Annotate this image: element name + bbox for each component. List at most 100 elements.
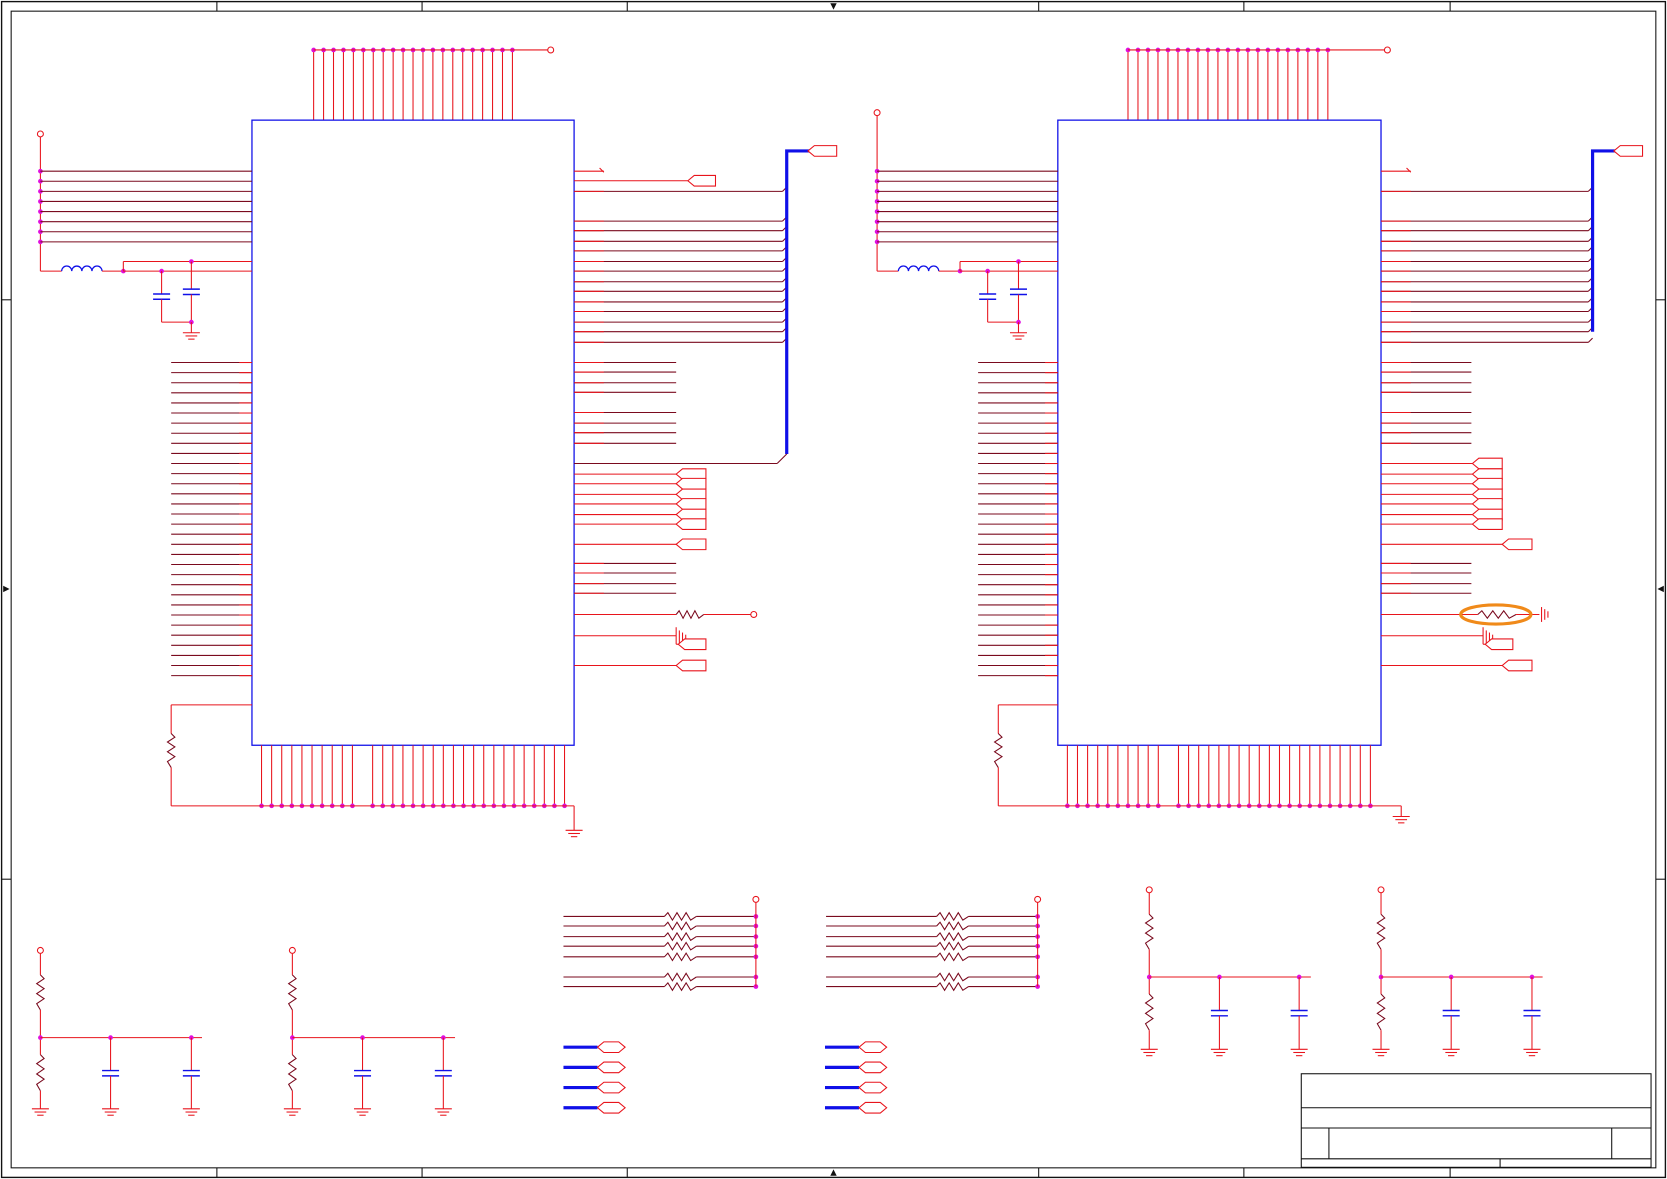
net-port: [1471, 498, 1503, 510]
bus-entry: [776, 453, 788, 464]
capacitor: [1442, 977, 1460, 1050]
ground-symbol: [283, 1108, 301, 1116]
ground-symbol: [182, 332, 200, 340]
resistor: [664, 981, 697, 992]
resistor: [936, 981, 969, 992]
capacitor: [153, 271, 171, 323]
net-port: [687, 174, 717, 187]
resistor: [1477, 609, 1517, 620]
net-port: [596, 1041, 626, 1054]
power-terminal: [1145, 886, 1153, 894]
capacitor: [979, 271, 997, 323]
inductor: [61, 265, 103, 272]
ground-symbol: [1140, 1048, 1158, 1057]
resistor: [664, 941, 697, 951]
ground-symbol: [354, 1108, 372, 1116]
net-port: [596, 1081, 626, 1094]
net-port: [858, 1081, 888, 1094]
net-port: [596, 1101, 626, 1114]
resistor: [35, 974, 46, 1011]
resistor: [664, 931, 697, 942]
ic-body: [251, 119, 575, 746]
ground-symbol: [434, 1108, 452, 1116]
net-port: [1471, 457, 1503, 470]
net-port: [677, 638, 707, 651]
resistor: [936, 931, 969, 942]
divider-3: [1140, 886, 1311, 1057]
ground-symbol: [1372, 1048, 1390, 1057]
net-port: [858, 1101, 888, 1114]
power-terminal: [547, 46, 555, 54]
ground-symbol: [1523, 1048, 1541, 1057]
capacitor: [182, 1037, 200, 1109]
resistor: [664, 972, 697, 982]
power-terminal: [1034, 895, 1042, 903]
zone-marker-icon: [830, 1169, 837, 1176]
resistor: [936, 941, 969, 951]
resistor-network-right: [826, 895, 1042, 992]
capacitor: [434, 1037, 452, 1109]
power-terminal: [36, 946, 44, 954]
ground-symbol: [1392, 815, 1410, 824]
resistor-network-left: [563, 895, 760, 992]
resistor: [675, 609, 705, 620]
power-terminal: [288, 946, 296, 954]
divider-4: [1372, 886, 1543, 1057]
bus-entry: [1587, 337, 1593, 343]
resistor: [1376, 993, 1386, 1031]
resistor: [936, 952, 969, 962]
resistor: [936, 972, 969, 982]
zone-marker-icon: [1657, 585, 1664, 593]
inductor: [897, 265, 940, 272]
net-port: [675, 659, 707, 672]
resistor: [936, 911, 969, 922]
power-terminal: [750, 610, 758, 618]
resistor: [35, 1054, 46, 1092]
ground-symbol: [102, 1108, 120, 1116]
power-terminal: [36, 130, 44, 138]
net-port: [675, 518, 707, 530]
divider-1: [31, 946, 202, 1116]
net-port: [1484, 638, 1514, 651]
capacitor: [354, 1037, 372, 1109]
ground-symbol: [1009, 332, 1027, 340]
resistor: [993, 733, 1003, 768]
power-terminal: [1383, 46, 1391, 54]
schematic-sheet: [0, 0, 1667, 1179]
net-port: [858, 1061, 888, 1074]
ic-block-right: [873, 46, 1644, 824]
net-port: [596, 1061, 626, 1074]
net-port: [1471, 477, 1503, 490]
capacitor: [102, 1037, 120, 1109]
power-terminal: [873, 109, 881, 117]
net-port: [807, 145, 838, 157]
resistor: [664, 921, 697, 931]
schematic-canvas: [0, 0, 1667, 1179]
resistor: [1376, 913, 1386, 950]
bus-line: [785, 149, 810, 454]
bus-line: [1590, 149, 1615, 332]
resistor: [1144, 913, 1154, 950]
divider-2: [283, 946, 456, 1116]
resistor: [287, 1054, 298, 1092]
zone-marker-icon: [830, 3, 837, 10]
sheet-frame: [0, 0, 1667, 1179]
power-terminal: [1377, 886, 1385, 894]
net-port: [1501, 538, 1533, 551]
net-port: [1501, 659, 1533, 672]
net-port: [1613, 145, 1644, 157]
ground-symbol: [1290, 1048, 1308, 1057]
ground-symbol: [1442, 1048, 1460, 1057]
title-block: [1300, 1073, 1652, 1168]
ground-symbol: [182, 1108, 200, 1116]
ic-body: [1057, 119, 1382, 746]
resistor: [664, 911, 697, 922]
resistor: [664, 952, 697, 962]
chassis-ground-symbol: [1541, 607, 1549, 622]
net-port: [1471, 518, 1503, 530]
ground-symbol: [565, 829, 583, 838]
capacitor: [1523, 977, 1541, 1050]
net-port: [858, 1041, 888, 1054]
net-port: [675, 498, 707, 510]
bus-stubs-right: [824, 1041, 888, 1114]
